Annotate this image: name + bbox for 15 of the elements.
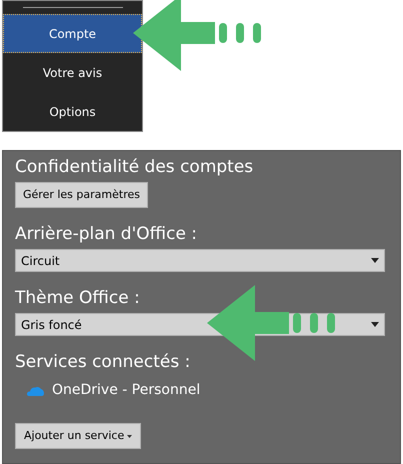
dropdown-caret-icon (371, 258, 379, 263)
menu-item[interactable]: Options (3, 92, 142, 131)
field-label: Arrière-plan d'Office : (15, 223, 198, 246)
service-name: OneDrive - Personnel (52, 381, 200, 400)
background-dropdown[interactable]: Circuit (15, 249, 385, 272)
menu-item[interactable]: Compte (3, 14, 142, 53)
cloud-icon (27, 386, 44, 396)
section-heading: Services connectés : (15, 351, 192, 374)
dropdown-caret-icon (127, 434, 132, 438)
section-heading: Confidentialité des comptes (15, 156, 254, 179)
dropdown-caret-icon (371, 322, 379, 327)
field-label: Thème Office : (15, 287, 141, 310)
manage-settings-button[interactable]: Gérer les paramètres (15, 182, 148, 208)
add-service-button[interactable]: Ajouter un service (15, 423, 142, 449)
menu-item[interactable]: Votre avis (3, 53, 142, 92)
